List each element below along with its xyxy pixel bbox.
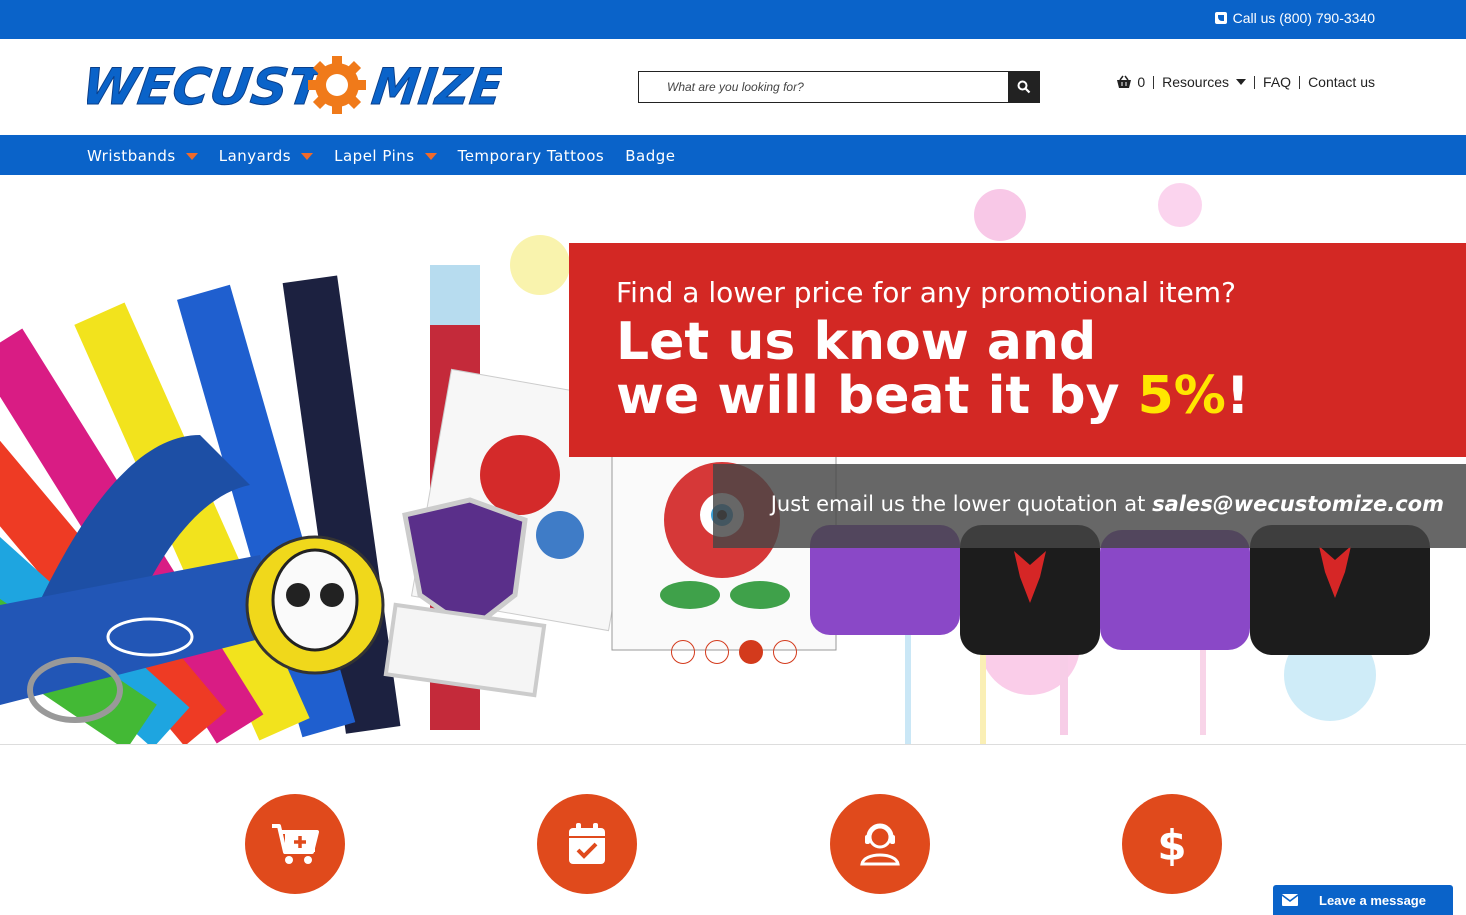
chevron-down-icon xyxy=(1236,79,1247,85)
email-banner: Just email us the lower quotation at sal… xyxy=(713,464,1466,548)
search-button[interactable] xyxy=(1008,71,1040,103)
top-bar: Call us (800) 790-3340 xyxy=(0,0,1466,39)
nav-item-badge[interactable]: Badge xyxy=(625,147,675,165)
nav-item-label: Wristbands xyxy=(87,147,176,165)
header-links: 0 Resources FAQ Contact us xyxy=(1116,74,1375,90)
search-input[interactable] xyxy=(638,71,1008,103)
nav-item-label: Lapel Pins xyxy=(334,147,415,165)
resources-dropdown[interactable]: Resources xyxy=(1162,74,1247,90)
hero-slider: Find a lower price for any promotional i… xyxy=(0,175,1466,745)
nav-item-label: Temporary Tattoos xyxy=(457,147,605,165)
header: WECUST MIZE What are you looking for? 0 … xyxy=(0,39,1466,135)
support-agent-icon xyxy=(860,823,900,866)
chevron-down-icon xyxy=(185,152,198,160)
nav-item-wristbands[interactable]: Wristbands xyxy=(87,147,198,165)
divider xyxy=(1153,75,1155,89)
promo-offer: Let us know and we will beat it by 5%! xyxy=(616,315,1250,423)
phone-icon xyxy=(1214,12,1227,24)
faq-link[interactable]: FAQ xyxy=(1263,74,1291,90)
search-form xyxy=(638,71,1040,103)
promo-headline: Find a lower price for any promotional i… xyxy=(616,276,1236,309)
nav-item-label: Badge xyxy=(625,147,676,165)
leave-message-label: Leave a message xyxy=(1319,892,1426,908)
logo[interactable]: WECUST MIZE xyxy=(78,55,507,116)
svg-text:WECUST: WECUST xyxy=(87,57,330,115)
dollar-icon: $ xyxy=(1157,822,1186,866)
mail-icon xyxy=(1273,885,1307,915)
promo-percent: 5% xyxy=(1137,366,1226,426)
promo-banner: Find a lower price for any promotional i… xyxy=(569,243,1466,457)
feature-price-badge: $ xyxy=(1122,794,1222,894)
call-us-text: Call us (800) 790-3340 xyxy=(1232,10,1375,26)
contact-link[interactable]: Contact us xyxy=(1308,74,1375,90)
feature-cart-badge xyxy=(245,794,345,894)
cart-plus-icon xyxy=(272,824,319,864)
cart-count: 0 xyxy=(1137,74,1146,90)
email-prefix: Just email us the lower quotation at xyxy=(770,492,1153,516)
svg-text:MIZE: MIZE xyxy=(368,57,502,115)
slider-dot[interactable] xyxy=(705,640,729,664)
chevron-down-icon xyxy=(301,152,314,160)
promo-bang: ! xyxy=(1225,366,1250,426)
nav-item-lapel-pins[interactable]: Lapel Pins xyxy=(334,147,437,165)
slider-dots xyxy=(671,640,797,664)
slider-dot[interactable] xyxy=(671,640,695,664)
resources-label: Resources xyxy=(1162,74,1230,90)
promo-offer-text: we will beat it by xyxy=(616,366,1138,426)
call-us-link[interactable]: Call us (800) 790-3340 xyxy=(1214,10,1375,26)
email-text: Just email us the lower quotation at sal… xyxy=(771,492,1444,516)
nav-item-temporary-tattoos[interactable]: Temporary Tattoos xyxy=(458,147,605,165)
feature-calendar-badge xyxy=(537,794,637,894)
divider xyxy=(1254,75,1256,89)
slider-dot[interactable] xyxy=(773,640,797,664)
nav-item-label: Lanyards xyxy=(218,147,292,165)
features-section: $ xyxy=(0,746,1466,915)
basket-icon xyxy=(1117,75,1132,88)
cart-link[interactable]: 0 xyxy=(1116,74,1145,90)
calendar-check-icon xyxy=(569,823,605,864)
feature-support-badge xyxy=(830,794,930,894)
search-icon xyxy=(1017,80,1031,94)
slider-dot[interactable] xyxy=(739,640,763,664)
nav-list: Wristbands Lanyards Lapel Pins Temporary Ta… xyxy=(87,147,696,165)
nav-item-lanyards[interactable]: Lanyards xyxy=(218,147,314,165)
promo-offer-line2: we will beat it by 5%! xyxy=(616,369,1250,423)
chevron-down-icon xyxy=(424,152,437,160)
logo-image: WECUST MIZE xyxy=(78,56,507,116)
promo-offer-line1: Let us know and xyxy=(616,312,1097,372)
email-link[interactable]: sales@wecustomize.com xyxy=(1152,492,1444,516)
leave-message-button[interactable]: Leave a message xyxy=(1273,885,1453,915)
main-nav: Wristbands Lanyards Lapel Pins Temporary Ta… xyxy=(0,135,1466,175)
divider xyxy=(1299,75,1301,89)
svg-text:$: $ xyxy=(1157,822,1186,866)
